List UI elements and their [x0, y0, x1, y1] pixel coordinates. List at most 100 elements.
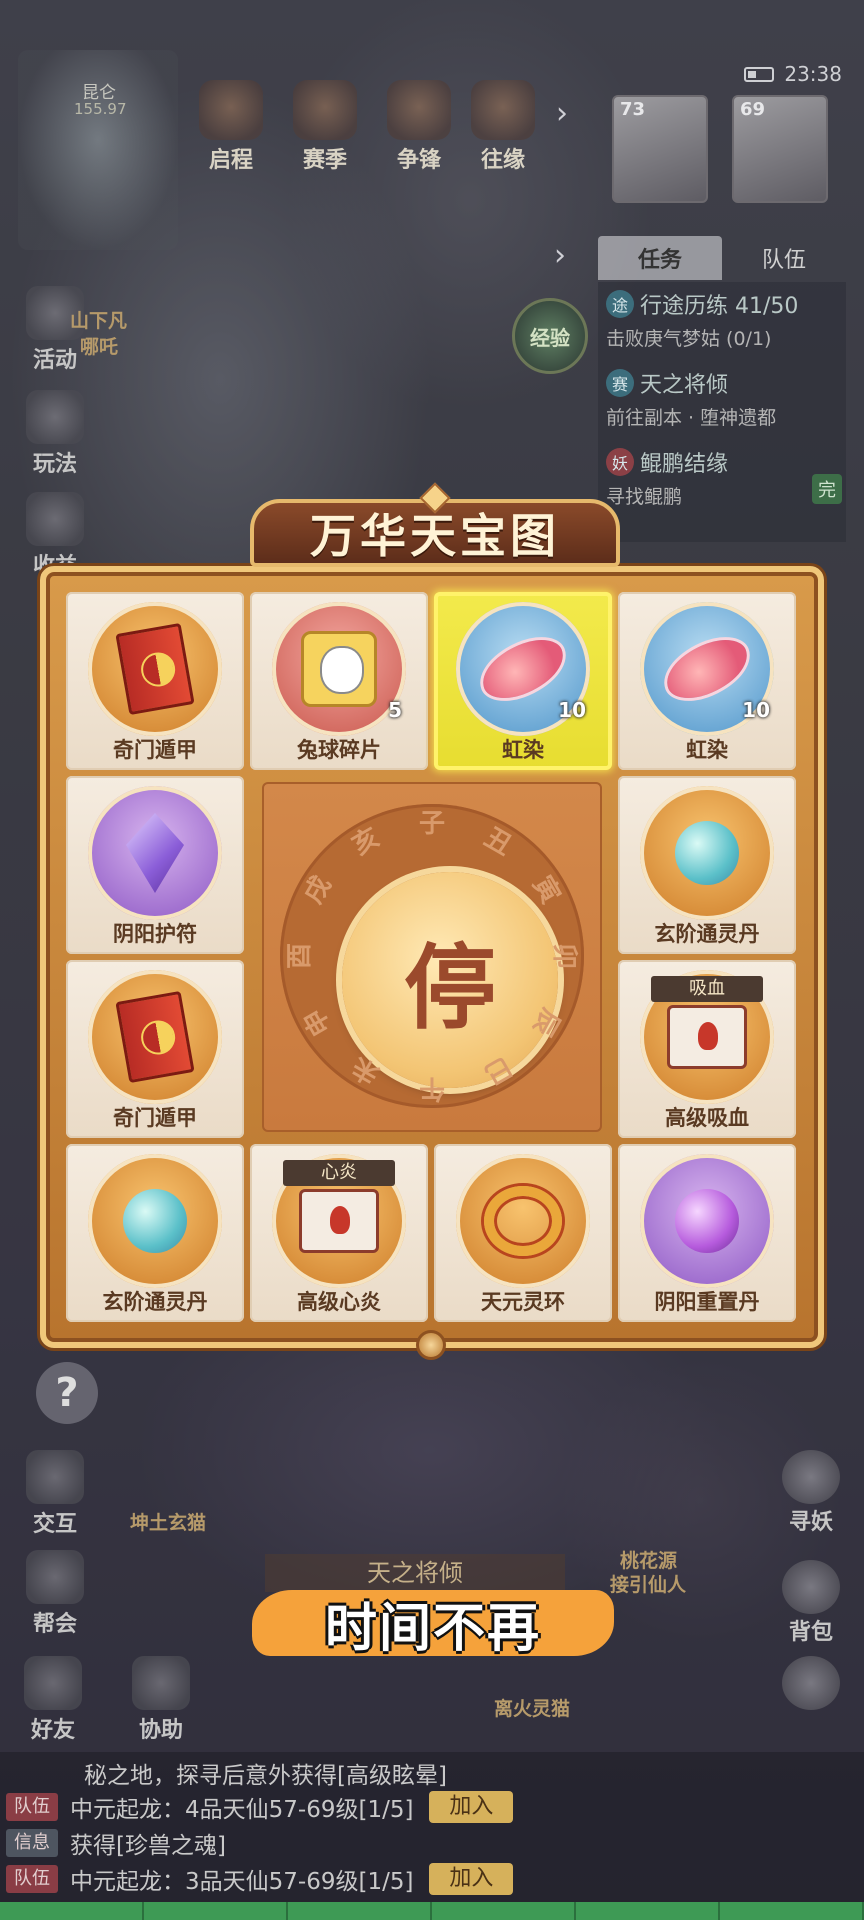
channel-tag: 队伍 — [6, 1793, 58, 1821]
battery-icon — [744, 66, 775, 82]
npc-name: 哪吒 — [80, 336, 119, 358]
fate-button[interactable]: 往缘 — [462, 80, 544, 174]
prize-name: 虹染 — [686, 738, 728, 762]
prize-cell[interactable]: 阴阳护符 — [66, 776, 244, 954]
exp-button[interactable]: 经验 — [512, 298, 588, 374]
compete-icon — [387, 80, 451, 140]
join-button[interactable]: 加入 — [429, 1791, 514, 1823]
status-bar: 23:38 — [744, 62, 842, 86]
npc-name: 山下凡 — [70, 310, 128, 332]
chat-text: 获得[珍兽之魂] — [70, 1833, 226, 1859]
flower-menu-icon — [782, 1656, 840, 1710]
join-button[interactable]: 加入 — [429, 1863, 514, 1895]
bag-button[interactable]: 背包 — [776, 1560, 846, 1646]
prize-cell-selected[interactable]: 10 虹染 — [434, 592, 612, 770]
gameplay-button[interactable]: 玩法 — [20, 390, 90, 478]
prize-cell[interactable]: 吸血 高级吸血 — [618, 960, 796, 1138]
chat-text: 秘之地，探寻后意外获得[高级眩晕] — [84, 1763, 447, 1789]
seek-yao-button[interactable]: 寻妖 — [776, 1450, 846, 1536]
prize-count: 10 — [742, 698, 770, 722]
zodiac-glyph: 丑 — [479, 822, 517, 862]
drop-icon — [474, 631, 572, 707]
zodiac-glyph: 戌 — [298, 871, 338, 909]
orb-icon — [675, 821, 739, 885]
chat-line: 队伍 中元起龙：3品天仙57-69级[1/5] 加入 — [6, 1862, 514, 1896]
guild-button[interactable]: 帮会 — [20, 1550, 90, 1638]
earnings-icon — [26, 492, 84, 546]
menu-flower-button[interactable] — [776, 1656, 846, 1710]
journey-icon — [199, 80, 263, 140]
chevron-right-icon[interactable]: › — [556, 96, 568, 131]
pet-level: 73 — [620, 99, 646, 120]
task-item[interactable]: 途行途历练 41/50 击败庚气梦姑 (0/1) — [598, 282, 846, 361]
prize-cell[interactable]: 玄阶通灵丹 — [66, 1144, 244, 1322]
prize-name: 玄阶通灵丹 — [102, 1290, 208, 1314]
task-done-badge[interactable]: 完 — [812, 474, 842, 504]
player-portrait[interactable]: 69 — [732, 95, 828, 203]
zodiac-glyph: 酉 — [285, 943, 315, 970]
prize-cell[interactable]: 天元灵环 — [434, 1144, 612, 1322]
task-title: 行途历练 41/50 — [640, 294, 799, 319]
prize-name: 阴阳护符 — [113, 922, 197, 946]
clock: 23:38 — [784, 62, 842, 86]
channel-tag: 信息 — [6, 1829, 58, 1857]
ornament-icon — [416, 1330, 446, 1360]
chat-line: 队伍 中元起龙：4品天仙57-69级[1/5] 加入 — [6, 1790, 514, 1824]
book-icon — [115, 622, 195, 716]
prize-cell[interactable]: 奇门遁甲 — [66, 960, 244, 1138]
amulet-icon — [126, 813, 184, 893]
seek-yao-icon — [782, 1450, 840, 1504]
prize-name: 高级吸血 — [665, 1106, 749, 1130]
journey-button[interactable]: 启程 — [190, 80, 272, 174]
zodiac-glyph: 卯 — [549, 942, 579, 969]
zodiac-glyph: 午 — [419, 1073, 446, 1103]
collapse-panel-icon[interactable]: › — [554, 238, 566, 273]
drop-icon — [658, 631, 756, 707]
task-desc: 击败庚气梦姑 (0/1) — [606, 328, 772, 350]
skill-tag: 吸血 — [651, 976, 763, 1002]
prize-name: 奇门遁甲 — [113, 738, 197, 762]
prize-cell[interactable]: 5 兔球碎片 — [250, 592, 428, 770]
chat-box[interactable]: 秘之地，探寻后意外获得[高级眩晕] 队伍 中元起龙：4品天仙57-69级[1/5… — [0, 1752, 864, 1902]
bottom-progress-bar — [0, 1902, 864, 1920]
tab-tasks[interactable]: 任务 — [598, 236, 722, 280]
prize-name: 高级心炎 — [297, 1290, 381, 1314]
prize-cell[interactable]: 奇门遁甲 — [66, 592, 244, 770]
prize-name: 奇门遁甲 — [113, 1106, 197, 1130]
pet-portrait[interactable]: 73 — [612, 95, 708, 203]
prize-name: 虹染 — [502, 738, 544, 762]
gameplay-icon — [26, 390, 84, 444]
compete-button[interactable]: 争锋 — [378, 80, 460, 174]
friends-icon — [24, 1656, 82, 1710]
assist-button[interactable]: 协助 — [126, 1656, 196, 1744]
interact-icon — [26, 1450, 84, 1504]
task-title: 鲲鹏结缘 — [640, 452, 729, 477]
chat-text: 中元起龙：4品天仙57-69级[1/5] — [70, 1797, 414, 1823]
prize-count: 10 — [558, 698, 586, 722]
purple-orb-icon — [675, 1189, 739, 1253]
ring-icon — [484, 1186, 562, 1256]
help-icon[interactable]: ? — [36, 1362, 98, 1424]
zodiac-glyph: 申 — [298, 1003, 338, 1041]
season-button[interactable]: 赛季 — [284, 80, 366, 174]
task-desc: 前往副本 · 堕神遗都 — [606, 407, 777, 429]
tab-team[interactable]: 队伍 — [722, 236, 846, 280]
prize-name: 兔球碎片 — [297, 738, 381, 762]
prize-cell[interactable]: 阴阳重置丹 — [618, 1144, 796, 1322]
prize-name: 天元灵环 — [481, 1290, 565, 1314]
channel-tag: 队伍 — [6, 1865, 58, 1893]
assist-icon — [132, 1656, 190, 1710]
task-item[interactable]: 赛天之将倾 前往副本 · 堕神遗都 — [598, 361, 846, 440]
npc-name: 接引仙人 — [610, 1574, 687, 1596]
npc-name: 桃花源 — [620, 1550, 678, 1572]
prize-name: 玄阶通灵丹 — [654, 922, 760, 946]
prize-cell[interactable]: 玄阶通灵丹 — [618, 776, 796, 954]
friends-button[interactable]: 好友 — [18, 1656, 88, 1744]
interact-button[interactable]: 交互 — [20, 1450, 90, 1538]
scroll-icon — [667, 1005, 747, 1069]
prize-cell[interactable]: 心炎 高级心炎 — [250, 1144, 428, 1322]
prize-cell[interactable]: 10 虹染 — [618, 592, 796, 770]
season-icon — [293, 80, 357, 140]
task-title: 天之将倾 — [640, 373, 729, 398]
board-title-plaque: 万华天宝图 — [210, 482, 660, 577]
